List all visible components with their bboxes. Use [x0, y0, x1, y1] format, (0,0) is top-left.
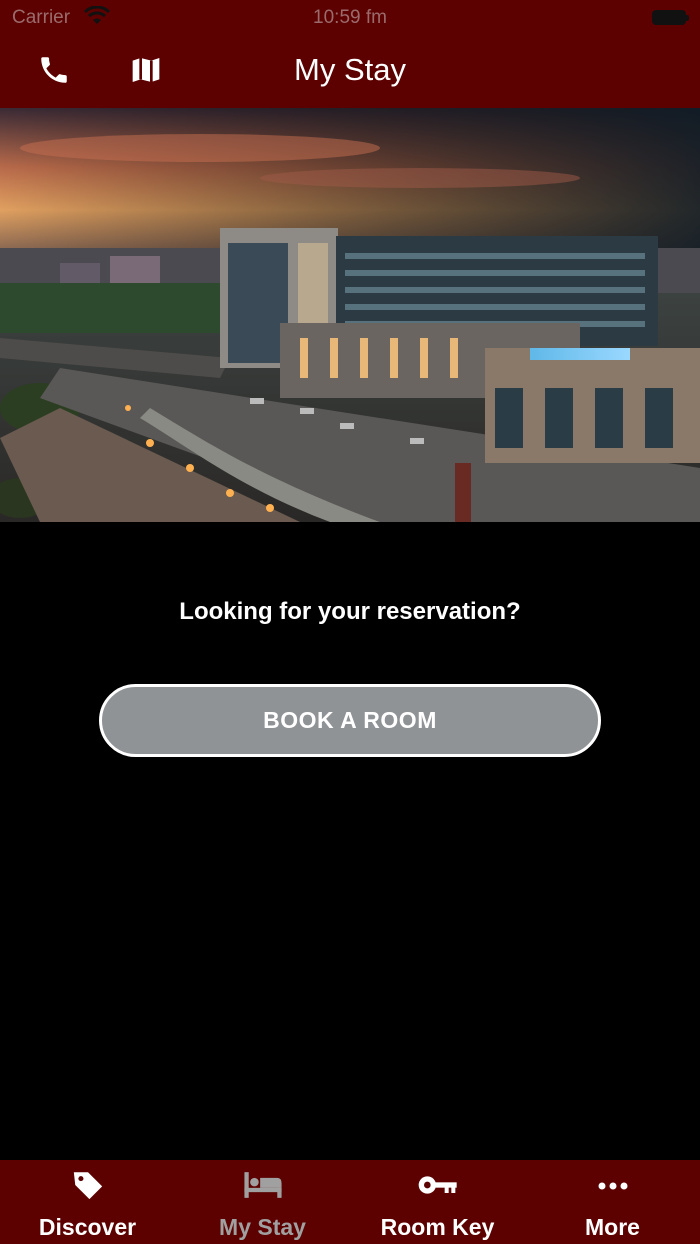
tab-more[interactable]: More	[525, 1160, 700, 1244]
reservation-prompt: Looking for your reservation?	[179, 598, 521, 625]
bed-icon	[243, 1170, 283, 1205]
status-time: 10:59 fm	[313, 7, 387, 28]
book-a-room-button[interactable]: BOOK A ROOM	[99, 684, 601, 757]
page-title: My Stay	[294, 52, 406, 87]
battery-icon	[652, 10, 689, 25]
tab-label: My Stay	[219, 1214, 306, 1240]
key-icon	[418, 1172, 458, 1203]
more-icon	[597, 1178, 629, 1196]
tab-label: Discover	[38, 1214, 137, 1240]
hotel-photo	[0, 108, 700, 522]
status-bar: Carrier 10:59 fm	[0, 0, 700, 36]
tab-label: Room Key	[380, 1214, 495, 1240]
tab-bar: Discover My Stay Room Key More	[0, 1160, 700, 1244]
header: Carrier 10:59 fm My Stay	[0, 0, 700, 108]
tab-discover[interactable]: Discover	[0, 1160, 175, 1244]
tab-label: More	[585, 1214, 640, 1240]
tag-icon	[70, 1168, 106, 1207]
tab-room-key[interactable]: Room Key	[350, 1160, 525, 1244]
nav-bar: My Stay	[0, 36, 700, 108]
tab-my-stay[interactable]: My Stay	[175, 1160, 350, 1244]
my-stay-screen: Carrier 10:59 fm My Stay Looking for you…	[0, 0, 700, 1244]
